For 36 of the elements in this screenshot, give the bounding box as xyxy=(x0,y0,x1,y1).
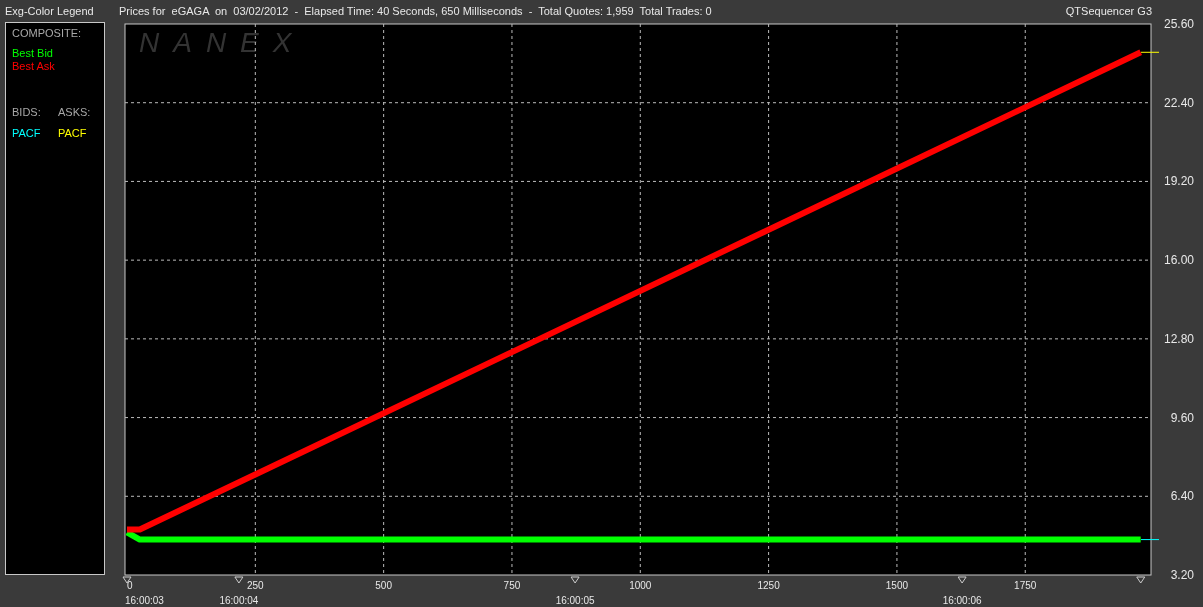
y-axis-label: 19.20 xyxy=(1163,174,1194,189)
legend-item: Best Bid xyxy=(12,47,54,59)
x-axis-label: 0 xyxy=(127,580,133,591)
legend-item: PACF xyxy=(58,127,88,139)
x-axis-label: 500 xyxy=(375,580,392,591)
bid-price-tick xyxy=(1140,539,1160,541)
time-marker-icon xyxy=(234,576,244,584)
time-marker-icon xyxy=(570,576,580,584)
time-label: 16:00:06 xyxy=(942,595,982,606)
asks-heading: ASKS: xyxy=(58,106,89,118)
app-name: QTSequencer G3 xyxy=(1065,5,1152,17)
y-axis-label: 3.20 xyxy=(1170,568,1194,582)
x-axis-label: 1750 xyxy=(1014,580,1037,591)
x-axis-label: 1000 xyxy=(629,580,652,591)
x-axis-label: 750 xyxy=(503,580,521,591)
time-label: 16:00:04 xyxy=(219,595,259,606)
time-marker-icon xyxy=(1136,576,1146,584)
y-axis-label: 16.00 xyxy=(1163,253,1194,268)
x-axis-label: 250 xyxy=(247,580,264,591)
ask-price-tick xyxy=(1140,51,1160,53)
time-label: 16:00:03 xyxy=(125,595,164,606)
y-axis-label: 25.60 xyxy=(1163,17,1194,31)
x-axis-label: 1250 xyxy=(757,580,780,591)
y-axis-label: 9.60 xyxy=(1170,410,1194,425)
chart-title: Prices for eGAGA on 03/02/2012 - Elapsed Time: 40 Seconds, 650 Milliseconds - Total Quotes: 1,959 Total Trades: 0 xyxy=(119,5,713,17)
y-axis-label: 12.80 xyxy=(1163,331,1194,346)
legend-title: Exg-Color Legend xyxy=(4,5,95,17)
time-label: 16:00:05 xyxy=(555,595,595,606)
legend-section-label: COMPOSITE: xyxy=(12,27,83,39)
y-axis-label: 6.40 xyxy=(1170,489,1194,504)
bids-heading: BIDS: xyxy=(12,106,42,118)
legend-item: PACF xyxy=(12,127,42,139)
y-axis-label: 22.40 xyxy=(1163,95,1194,110)
legend-item: Best Ask xyxy=(12,60,56,72)
time-marker-icon xyxy=(957,576,967,584)
x-axis-label: 1500 xyxy=(885,580,909,591)
